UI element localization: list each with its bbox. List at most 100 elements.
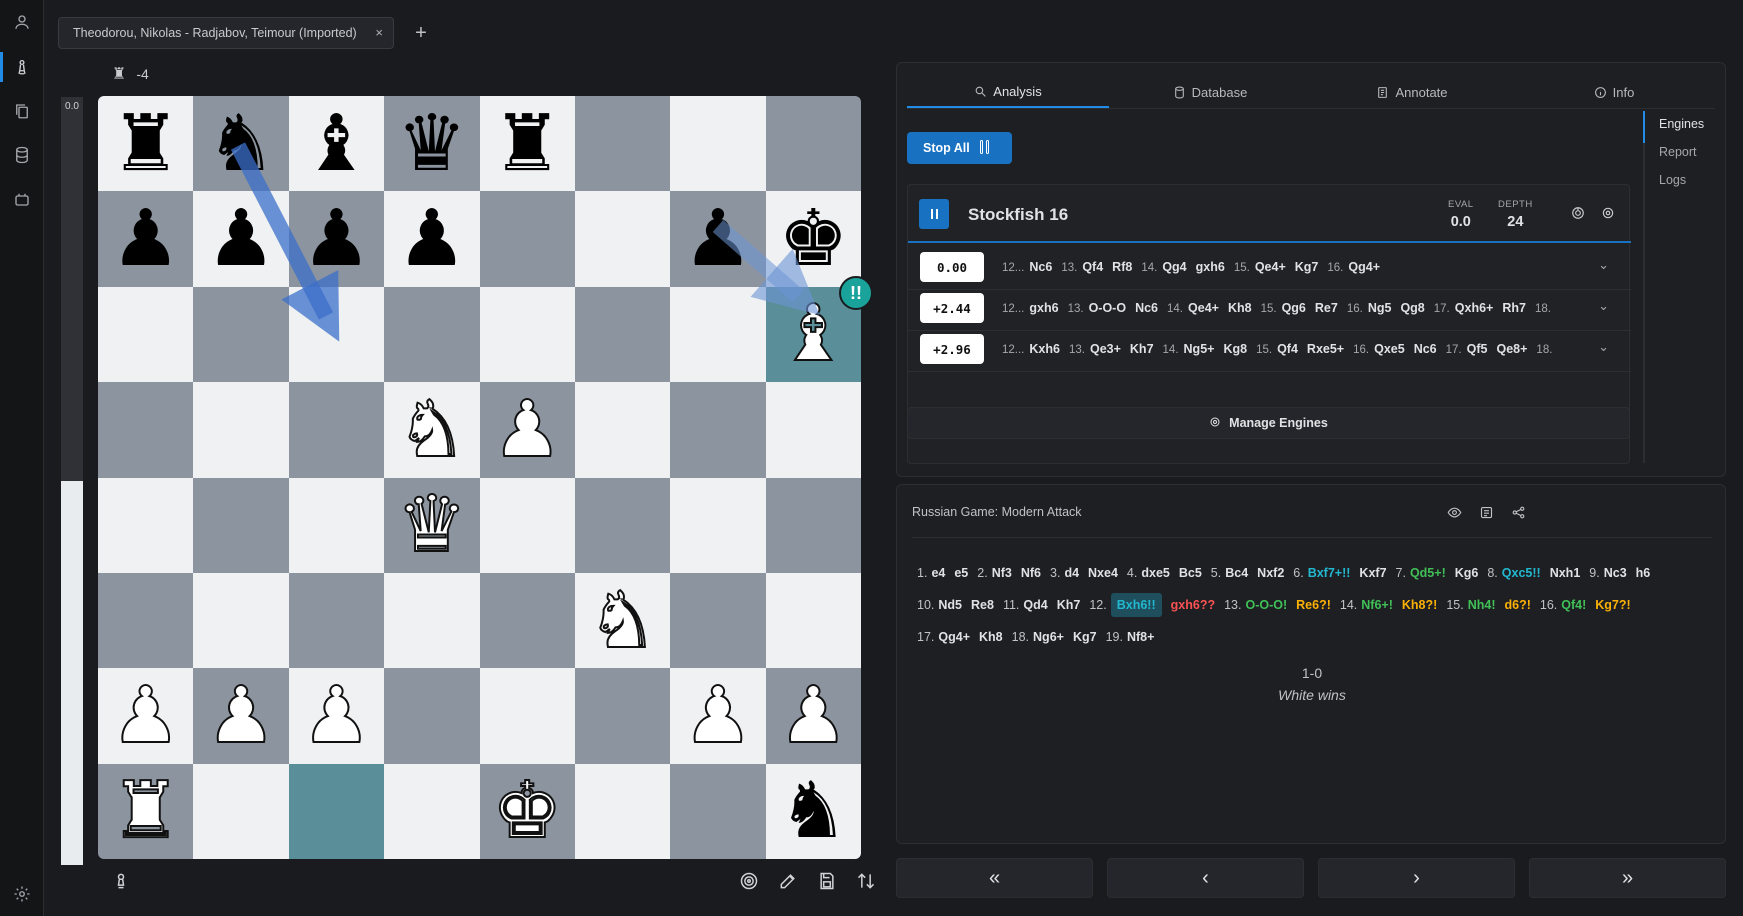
white-pawn-piece[interactable]: ♟ <box>110 676 182 756</box>
tab-database[interactable]: Database <box>1109 77 1311 108</box>
move[interactable]: Re6?! <box>1296 598 1331 612</box>
move[interactable]: Qd5+! <box>1410 566 1446 580</box>
square-g5[interactable] <box>670 382 766 478</box>
target-icon[interactable] <box>1571 206 1587 222</box>
engine-move[interactable]: gxh6 <box>1029 301 1058 315</box>
engine-move[interactable]: Kg8 <box>1223 342 1247 356</box>
move[interactable]: Bxf7+!! <box>1308 566 1351 580</box>
white-rook-piece[interactable]: ♜ <box>110 771 182 851</box>
square-e3[interactable] <box>479 572 575 669</box>
engine-move[interactable]: Rh7 <box>1502 301 1526 315</box>
square-g1[interactable] <box>670 763 766 859</box>
move[interactable]: Bc5 <box>1179 566 1202 580</box>
tab-annotate[interactable]: Annotate <box>1311 77 1513 108</box>
move[interactable]: Nf6+! <box>1361 598 1393 612</box>
gear-icon[interactable] <box>1601 206 1617 222</box>
square-g2[interactable]: ♟ <box>670 668 766 764</box>
chevron-down-icon[interactable]: ⌄ <box>1598 339 1609 355</box>
square-d6[interactable] <box>384 286 480 383</box>
square-h3[interactable] <box>765 572 861 669</box>
close-tab-icon[interactable]: × <box>375 25 383 40</box>
eye-icon[interactable] <box>1447 505 1463 521</box>
chevron-down-icon[interactable]: ⌄ <box>1598 257 1609 273</box>
square-a6[interactable] <box>98 286 194 383</box>
white-pawn-piece[interactable]: ♟ <box>777 676 849 756</box>
engine-move[interactable]: Qf5 <box>1467 342 1488 356</box>
square-f2[interactable] <box>574 668 671 764</box>
chess-board[interactable]: ♜ ♞ ♝ ♛ ♜ ♟ ♟ ♟ ♟ ♟ ♚ ♝ ♞ ♟ ♛ ♞ ♟ ♟ ♟ ♟ ♟ ♜ ♚ ♞ <box>98 96 861 859</box>
black-pawn-piece[interactable]: ♟ <box>397 200 467 278</box>
square-f7[interactable] <box>574 191 671 287</box>
white-bishop-piece[interactable]: ♝ <box>777 294 849 374</box>
move[interactable]: Nxe4 <box>1088 566 1118 580</box>
square-a2[interactable]: ♟ <box>98 668 194 764</box>
white-knight-piece[interactable]: ♞ <box>587 581 659 661</box>
engine-move[interactable]: Qxh6+ <box>1455 301 1494 315</box>
white-king-piece[interactable]: ♚ <box>491 771 563 851</box>
square-e6[interactable] <box>479 286 575 383</box>
square-d4[interactable]: ♛ <box>384 477 480 573</box>
move[interactable]: Ng6+ <box>1033 630 1064 644</box>
white-pawn-piece[interactable]: ♟ <box>491 390 563 470</box>
square-f3[interactable]: ♞ <box>574 572 671 669</box>
engine-move[interactable]: Qg6 <box>1282 301 1306 315</box>
engine-move[interactable]: Qxe5 <box>1374 342 1405 356</box>
move[interactable]: h6 <box>1636 566 1651 580</box>
move[interactable]: Kh8?! <box>1402 598 1437 612</box>
black-pawn-piece[interactable]: ♟ <box>111 200 181 278</box>
square-e5[interactable]: ♟ <box>479 382 575 478</box>
engine-move[interactable]: Qg4 <box>1162 260 1186 274</box>
square-e4[interactable] <box>479 477 575 573</box>
move[interactable]: Qg4+ <box>938 630 970 644</box>
engine-line[interactable]: 0.00 12... Nc6 13. Qf4 Rf8 14. Qg4 gxh6 15. Qe4+ Kg… <box>908 245 1631 290</box>
square-e7[interactable] <box>479 191 575 287</box>
tab-info[interactable]: Info <box>1513 77 1715 108</box>
edit-icon[interactable] <box>775 868 801 894</box>
engine-move[interactable]: Qg8 <box>1400 301 1424 315</box>
move[interactable]: O-O-O! <box>1245 598 1287 612</box>
square-e1[interactable]: ♚ <box>479 763 575 859</box>
engine-move[interactable]: Ng5 <box>1368 301 1392 315</box>
square-a1[interactable]: ♜ <box>98 763 194 859</box>
move[interactable]: Kh7 <box>1057 598 1081 612</box>
tab-analysis[interactable]: Analysis <box>907 77 1109 108</box>
square-d8[interactable]: ♛ <box>384 96 480 192</box>
save-icon[interactable] <box>814 868 840 894</box>
square-h4[interactable] <box>765 477 861 573</box>
square-b5[interactable] <box>193 382 289 478</box>
move[interactable]: Nd5 <box>938 598 962 612</box>
engine-move[interactable]: Rf8 <box>1112 260 1132 274</box>
move[interactable]: Qf4! <box>1561 598 1586 612</box>
next-move-button[interactable]: › <box>1318 858 1515 898</box>
engine-move[interactable]: Nc6 <box>1029 260 1052 274</box>
square-g3[interactable] <box>670 572 766 669</box>
move[interactable]: Kh8 <box>979 630 1003 644</box>
engine-move[interactable]: Re7 <box>1315 301 1338 315</box>
square-c3[interactable] <box>288 572 385 669</box>
square-d1[interactable] <box>384 763 480 859</box>
engine-move[interactable]: Qf4 <box>1082 260 1103 274</box>
move[interactable]: Nxh1 <box>1550 566 1581 580</box>
move[interactable]: Kg7?! <box>1595 598 1630 612</box>
white-knight-piece[interactable]: ♞ <box>396 390 468 470</box>
engine-move[interactable]: Ng5+ <box>1184 342 1215 356</box>
square-f8[interactable] <box>574 96 671 192</box>
engine-icon[interactable] <box>8 185 36 213</box>
square-a5[interactable] <box>98 382 194 478</box>
square-a8[interactable]: ♜ <box>98 96 194 192</box>
move[interactable]: d6?! <box>1504 598 1530 612</box>
black-pawn-piece[interactable]: ♟ <box>206 200 276 278</box>
engine-move[interactable]: gxh6 <box>1196 260 1225 274</box>
move[interactable]: Nf8+ <box>1127 630 1154 644</box>
share-icon[interactable] <box>1511 505 1527 521</box>
square-d5[interactable]: ♞ <box>384 382 480 478</box>
square-h8[interactable] <box>765 96 861 192</box>
square-a7[interactable]: ♟ <box>98 191 194 287</box>
chess-board-icon[interactable] <box>8 53 36 81</box>
engine-move[interactable]: Nc6 <box>1135 301 1158 315</box>
square-a4[interactable] <box>98 477 194 573</box>
move[interactable]: Nxf2 <box>1257 566 1284 580</box>
square-c4[interactable] <box>288 477 385 573</box>
square-b2[interactable]: ♟ <box>193 668 289 764</box>
database-icon[interactable] <box>8 141 36 169</box>
